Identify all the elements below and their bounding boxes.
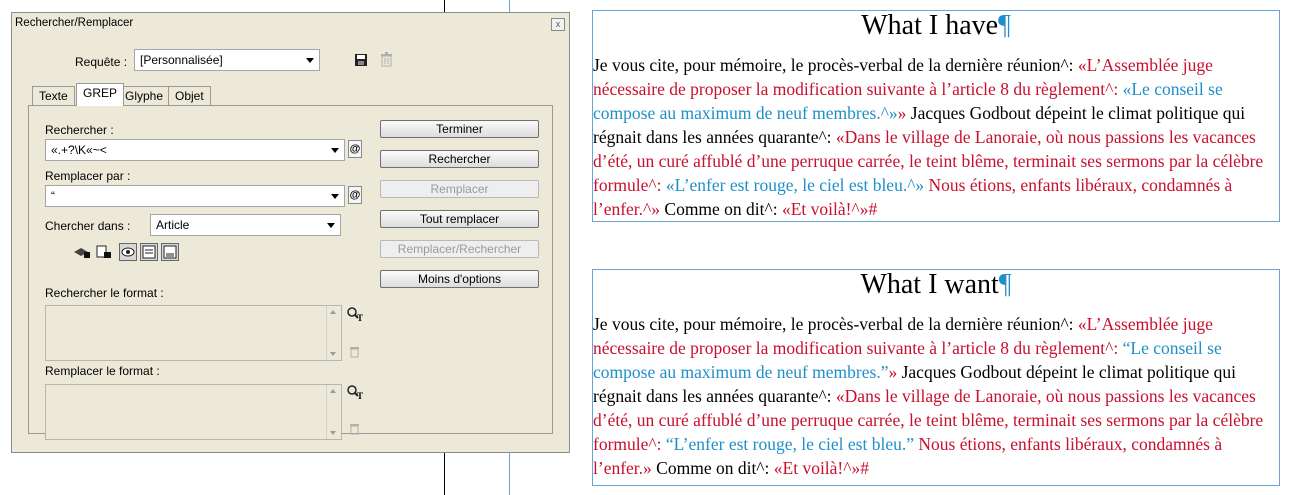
dialog-titlebar[interactable]: Rechercher/Remplacer x bbox=[12, 13, 569, 35]
replace-format-label: Remplacer le format : bbox=[45, 364, 160, 378]
replace-label: Remplacer par : bbox=[45, 169, 131, 183]
tab-glyphe[interactable]: Glyphe bbox=[118, 86, 171, 105]
text-frame-what-i-have[interactable]: What I have¶ Je vous cite, pour mémoire,… bbox=[592, 10, 1280, 222]
margin-guide-line bbox=[509, 453, 510, 495]
replace-all-button[interactable]: Tout remplacer bbox=[380, 210, 539, 228]
heading-text: What I want bbox=[860, 269, 999, 300]
query-select-value: [Personnalisée] bbox=[140, 53, 223, 67]
find-button[interactable]: Rechercher bbox=[380, 150, 539, 168]
text-run: «Et voilà!^»# bbox=[781, 199, 878, 219]
heading-text: What I have bbox=[861, 10, 999, 41]
query-select[interactable]: [Personnalisée] bbox=[134, 49, 320, 71]
text-frame-what-i-want[interactable]: What I want¶ Je vous cite, pour mémoire,… bbox=[592, 269, 1280, 486]
special-characters-replace-button[interactable]: @ bbox=[348, 186, 362, 204]
include-footnotes-icon[interactable] bbox=[161, 243, 179, 261]
replace-input[interactable]: “ bbox=[45, 185, 345, 207]
fewer-options-button[interactable]: Moins d'options bbox=[380, 270, 539, 288]
chevron-down-icon bbox=[331, 148, 339, 153]
close-button[interactable]: x bbox=[551, 18, 565, 31]
frame-paragraph: Je vous cite, pour mémoire, le procès-ve… bbox=[593, 53, 1279, 221]
find-input[interactable]: «.+?\K«~< bbox=[45, 139, 345, 161]
page-guide-line bbox=[444, 453, 445, 495]
clear-replace-format-icon[interactable] bbox=[349, 422, 360, 435]
specify-replace-format-icon[interactable]: T bbox=[347, 385, 363, 400]
text-run: » bbox=[897, 103, 911, 123]
include-master-pages-icon[interactable] bbox=[140, 243, 158, 261]
frame-paragraph: Je vous cite, pour mémoire, le procès-ve… bbox=[593, 312, 1279, 480]
find-format-scrollbar[interactable] bbox=[326, 306, 341, 360]
pilcrow-mark: ¶ bbox=[998, 269, 1012, 300]
replace-format-box[interactable] bbox=[45, 384, 342, 440]
frame-heading: What I want¶ bbox=[593, 270, 1279, 312]
search-in-value: Article bbox=[156, 218, 190, 232]
svg-text:T: T bbox=[357, 313, 363, 322]
text-run: Comme on dit^: bbox=[664, 199, 782, 219]
text-run: «Et voilà!^»# bbox=[773, 458, 869, 478]
text-run: » bbox=[888, 362, 902, 382]
find-replace-dialog: Rechercher/Remplacer x Requête : [Person… bbox=[11, 12, 570, 453]
search-in-select[interactable]: Article bbox=[150, 214, 341, 236]
save-query-icon[interactable] bbox=[354, 53, 368, 67]
page-guide-line bbox=[444, 0, 445, 12]
chevron-down-icon bbox=[331, 194, 339, 199]
specify-find-format-icon[interactable]: T bbox=[347, 307, 363, 322]
done-button[interactable]: Terminer bbox=[380, 120, 539, 138]
text-run: «L’enfer est rouge, le ciel est bleu.^» bbox=[665, 175, 925, 195]
clear-find-format-icon[interactable] bbox=[349, 345, 360, 358]
find-input-value: «.+?\K«~< bbox=[51, 143, 107, 157]
find-format-box[interactable] bbox=[45, 305, 342, 361]
search-in-label: Chercher dans : bbox=[45, 219, 131, 233]
text-run: Je vous cite, pour mémoire, le procès-ve… bbox=[593, 55, 1078, 75]
delete-query-icon[interactable] bbox=[380, 52, 393, 67]
margin-guide-line bbox=[509, 0, 510, 12]
text-run: Comme on dit^: bbox=[656, 458, 774, 478]
replace-format-scrollbar[interactable] bbox=[326, 385, 341, 439]
query-label: Requête : bbox=[75, 55, 128, 69]
replace-button[interactable]: Remplacer bbox=[380, 180, 539, 198]
replace-input-value: “ bbox=[51, 189, 55, 203]
tab-texte[interactable]: Texte bbox=[32, 86, 75, 105]
dialog-title: Rechercher/Remplacer bbox=[15, 17, 134, 29]
text-run: Je vous cite, pour mémoire, le procès-ve… bbox=[593, 314, 1078, 334]
special-characters-find-button[interactable]: @ bbox=[348, 140, 362, 158]
include-locked-layers-icon[interactable] bbox=[73, 245, 91, 259]
svg-text:T: T bbox=[357, 391, 363, 400]
chevron-down-icon bbox=[327, 223, 335, 228]
tab-grep[interactable]: GREP bbox=[76, 83, 125, 106]
pilcrow-mark: ¶ bbox=[998, 10, 1011, 41]
frame-heading: What I have¶ bbox=[593, 11, 1279, 53]
include-hidden-layers-icon[interactable] bbox=[119, 243, 137, 261]
include-locked-stories-icon[interactable] bbox=[96, 245, 112, 259]
text-run: “L’enfer est rouge, le ciel est bleu.” bbox=[665, 434, 914, 454]
tab-objet[interactable]: Objet bbox=[168, 86, 211, 105]
find-format-label: Rechercher le format : bbox=[45, 286, 164, 300]
chevron-down-icon bbox=[306, 58, 314, 63]
find-label: Rechercher : bbox=[45, 123, 114, 137]
replace-find-button[interactable]: Remplacer/Rechercher bbox=[380, 240, 539, 258]
